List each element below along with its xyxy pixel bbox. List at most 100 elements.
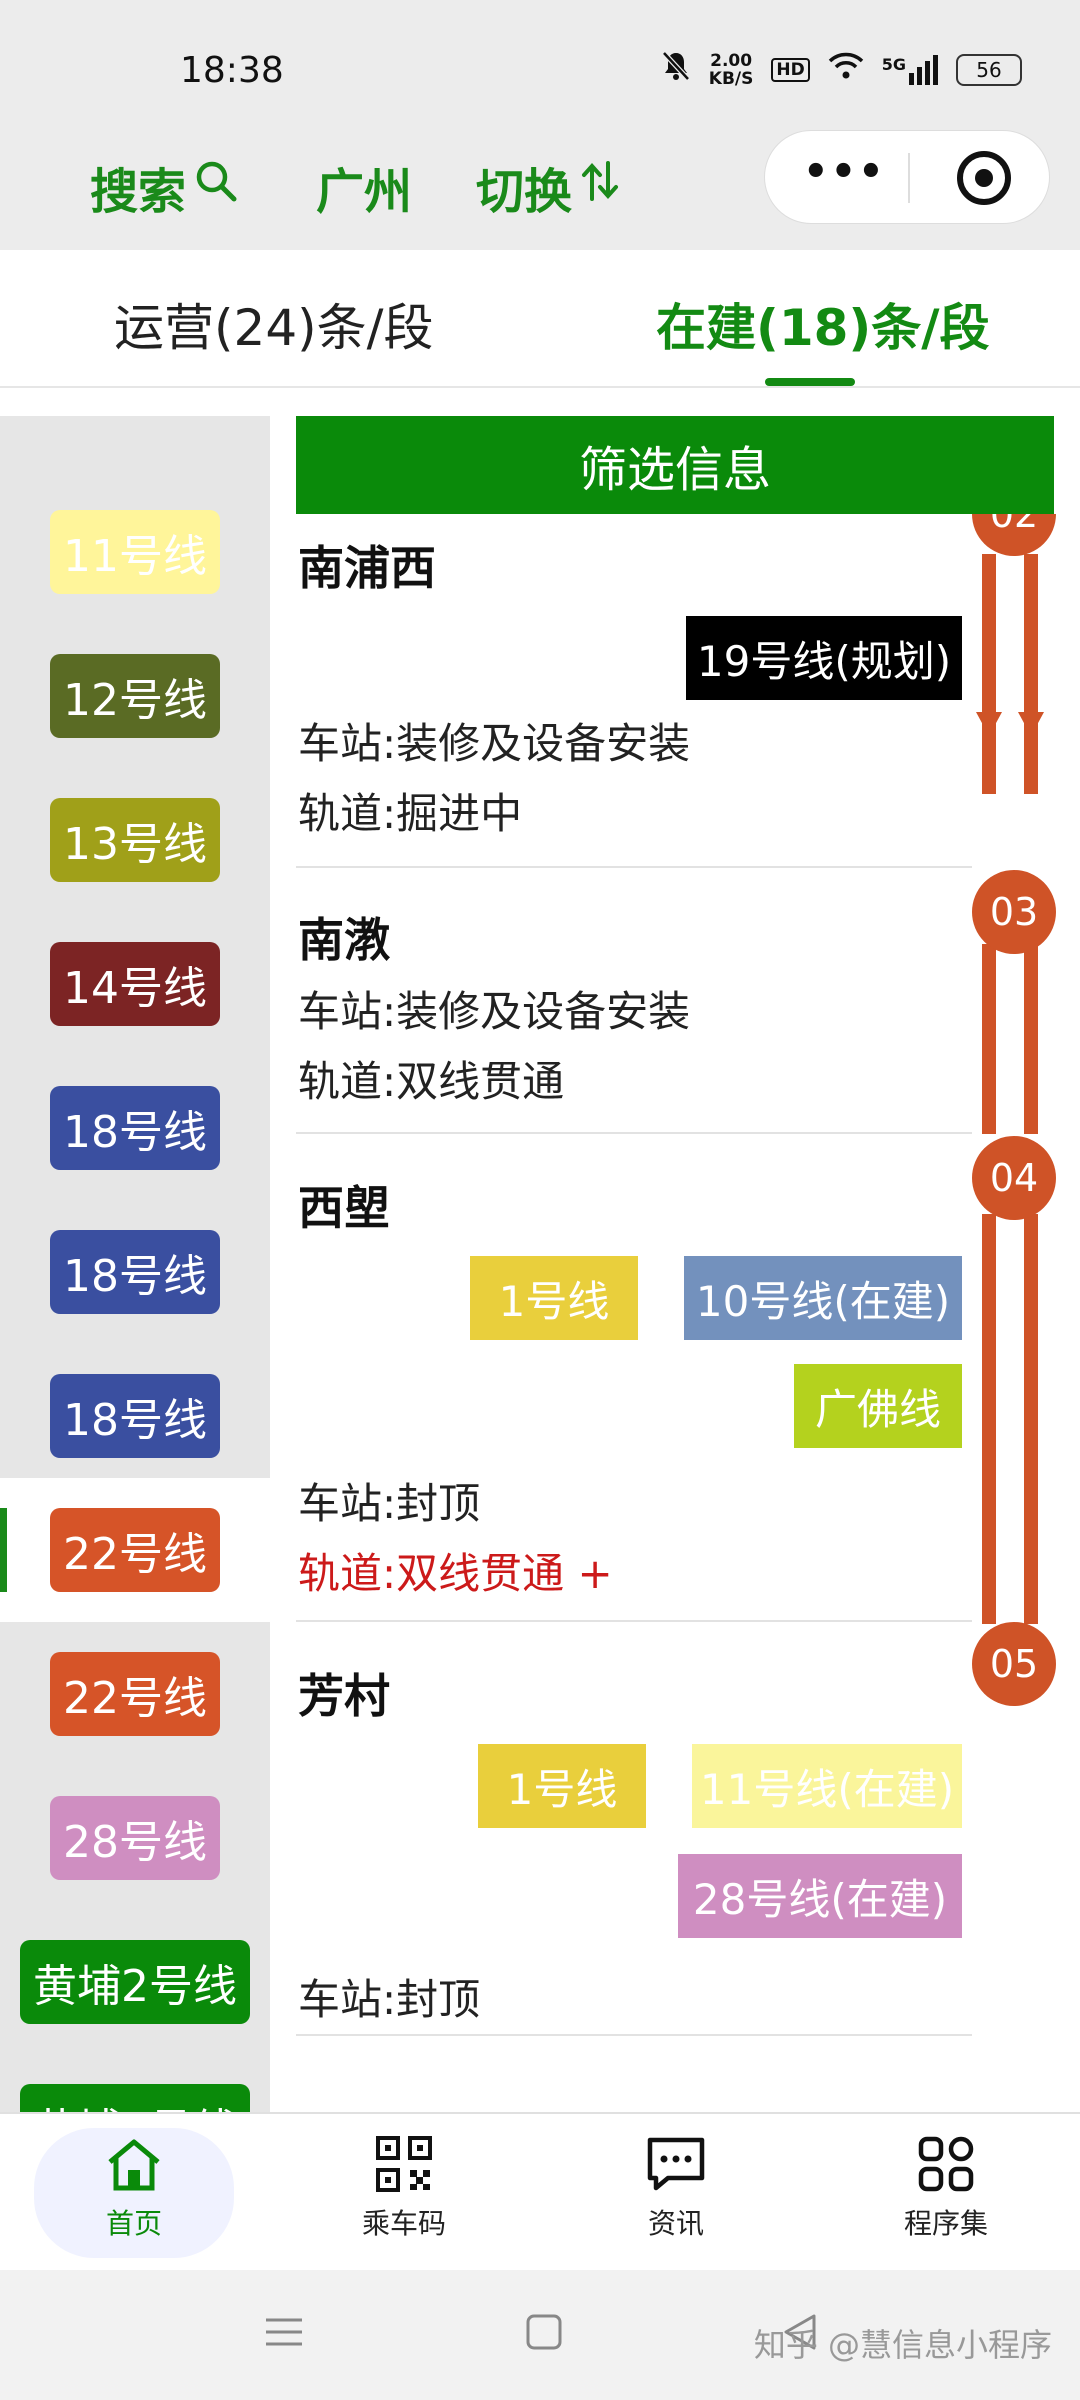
line-chip: 18号线 [50, 1086, 220, 1170]
transfer-line-tag[interactable]: 10号线(在建) [684, 1256, 962, 1340]
line-item[interactable]: 黄埔2号线 [0, 1910, 270, 2054]
nav-apps[interactable]: 程序集 [846, 2128, 1046, 2258]
nav-label: 乘车码 [361, 2207, 446, 2240]
transfer-line-tag[interactable]: 11号线(在建) [692, 1744, 962, 1828]
station-construction-status: 车站:装修及设备安装 [298, 719, 691, 768]
station-card[interactable]: 南漖 车站:装修及设备安装 轨道:双线贯通 [296, 868, 972, 1132]
line-status-tabs: 运营(24)条/段 在建(18)条/段 [0, 250, 1080, 388]
net-speed: 2.00 KB/S [708, 50, 754, 89]
station-number-badge: 03 [972, 870, 1056, 954]
track-construction-status[interactable]: 轨道:双线贯通 + [298, 1540, 613, 1601]
app-header: 搜索 广州 切换 ••• [0, 130, 1080, 250]
line-chip: 13号线 [50, 798, 220, 882]
transfer-line-tag[interactable]: 28号线(在建) [678, 1854, 962, 1938]
direction-arrow-icon [1018, 712, 1044, 736]
more-dots-icon[interactable]: ••• [803, 149, 886, 195]
close-target-icon[interactable] [957, 151, 1011, 205]
nav-news[interactable]: 资讯 [576, 2128, 776, 2258]
status-icons: 2.00 KB/S HD 5G 56 [661, 50, 1022, 89]
line-item[interactable]: 18号线 [0, 1200, 270, 1344]
station-number-badge: 05 [972, 1622, 1056, 1706]
line-item-selected[interactable]: 22号线 [0, 1478, 270, 1622]
station-construction-status: 车站:封顶 [298, 1479, 481, 1528]
route-rail: 02 03 04 05 [972, 514, 1080, 2112]
station-construction-status: 车站:封顶 [298, 1975, 481, 2024]
city-label[interactable]: 广州 [316, 152, 412, 222]
line-item[interactable]: 11号线 [0, 480, 270, 624]
apps-icon [916, 2134, 976, 2194]
nav-label: 资讯 [647, 2207, 704, 2240]
active-tab-indicator [765, 378, 855, 386]
signal-5g-icon: 5G [882, 54, 938, 85]
station-card[interactable]: 西塱 1号线 10号线(在建) 广佛线 车站:封顶 轨道:双线贯通 + [296, 1134, 972, 1622]
hd-badge: HD [771, 57, 810, 82]
line-item[interactable]: 22号线 [0, 1622, 270, 1766]
line-item[interactable]: 13号线 [0, 768, 270, 912]
battery-indicator: 56 [956, 53, 1022, 86]
transfer-line-tag[interactable]: 1号线 [478, 1744, 646, 1828]
rail-track-left [982, 554, 996, 794]
watermark: 知乎 @慧信息小程序 [753, 2326, 1052, 2364]
swap-arrows-icon [580, 159, 620, 215]
message-icon [646, 2134, 706, 2194]
transfer-line-tag[interactable]: 广佛线 [794, 1364, 962, 1448]
line-chip: 黄埔2号线 [20, 1940, 250, 2024]
station-card[interactable]: 芳村 1号线 11号线(在建) 28号线(在建) 车站:封顶 [296, 1622, 972, 2042]
line-chip: 22号线 [50, 1508, 220, 1592]
line-chip: 22号线 [50, 1652, 220, 1736]
track-construction-status: 轨道:掘进中 [298, 789, 523, 838]
station-name: 南漖 [298, 913, 390, 967]
station-name: 南浦西 [298, 541, 436, 595]
line-chip: 14号线 [50, 942, 220, 1026]
rail-track-right [1024, 554, 1038, 794]
station-card[interactable]: 南浦西 19号线(规划) 车站:装修及设备安装 轨道:掘进中 [296, 514, 972, 868]
station-name: 西塱 [298, 1181, 390, 1235]
tab-under-construction[interactable]: 在建(18)条/段 [656, 288, 990, 360]
line-chip: 11号线 [50, 510, 220, 594]
wifi-icon [828, 52, 864, 87]
tab-operating[interactable]: 运营(24)条/段 [114, 288, 433, 360]
line-item[interactable]: 14号线 [0, 912, 270, 1056]
qr-code-icon [374, 2134, 434, 2194]
search-icon [194, 159, 238, 215]
transfer-line-tag[interactable]: 1号线 [470, 1256, 638, 1340]
line-item[interactable]: 黄埔1号线 [0, 2054, 270, 2112]
line-item[interactable]: 18号线 [0, 1344, 270, 1488]
line-list-sidebar[interactable]: 11号线 12号线 13号线 14号线 18号线 18号线 18号线 22号线 … [0, 416, 270, 2112]
search-button[interactable]: 搜索 [90, 152, 238, 222]
transfer-line-tag[interactable]: 19号线(规划) [686, 616, 962, 700]
line-item[interactable]: 18号线 [0, 1056, 270, 1200]
home-square-icon[interactable] [524, 2312, 564, 2363]
miniprogram-capsule: ••• [764, 130, 1050, 224]
status-bar: 18:38 2.00 KB/S HD 5G 56 [0, 0, 1080, 130]
switch-city-button[interactable]: 切换 [476, 152, 620, 222]
station-list[interactable]: 南浦西 19号线(规划) 车站:装修及设备安装 轨道:掘进中 南漖 车站:装修及… [296, 514, 972, 2112]
station-construction-status: 车站:装修及设备安装 [298, 987, 691, 1036]
nav-label: 首页 [105, 2207, 162, 2240]
line-item[interactable]: 28号线 [0, 1766, 270, 1910]
divider [296, 2034, 972, 2036]
line-item[interactable]: 12号线 [0, 624, 270, 768]
line-chip: 18号线 [50, 1374, 220, 1458]
rail-track-left [982, 1214, 996, 1624]
rail-track-right [1024, 944, 1038, 1134]
bottom-navigation: 首页 乘车码 资讯 程序集 [0, 2112, 1080, 2270]
nav-home[interactable]: 首页 [34, 2128, 234, 2258]
station-number-badge: 02 [972, 514, 1056, 556]
nav-ride-code[interactable]: 乘车码 [304, 2128, 504, 2258]
home-icon [104, 2134, 164, 2194]
line-chip: 黄埔1号线 [20, 2084, 250, 2112]
menu-icon[interactable] [264, 2312, 304, 2363]
clock: 18:38 [180, 50, 284, 91]
line-item-cut-off[interactable] [0, 416, 270, 440]
line-chip: 12号线 [50, 654, 220, 738]
capsule-divider [908, 153, 910, 203]
filter-button[interactable]: 筛选信息 [296, 416, 1054, 514]
rail-track-left [982, 944, 996, 1134]
direction-arrow-icon [976, 712, 1002, 736]
line-chip: 28号线 [50, 1796, 220, 1880]
nav-label: 程序集 [903, 2207, 988, 2240]
station-name: 芳村 [298, 1669, 390, 1723]
mute-bell-icon [661, 50, 691, 89]
line-chip: 18号线 [50, 1230, 220, 1314]
